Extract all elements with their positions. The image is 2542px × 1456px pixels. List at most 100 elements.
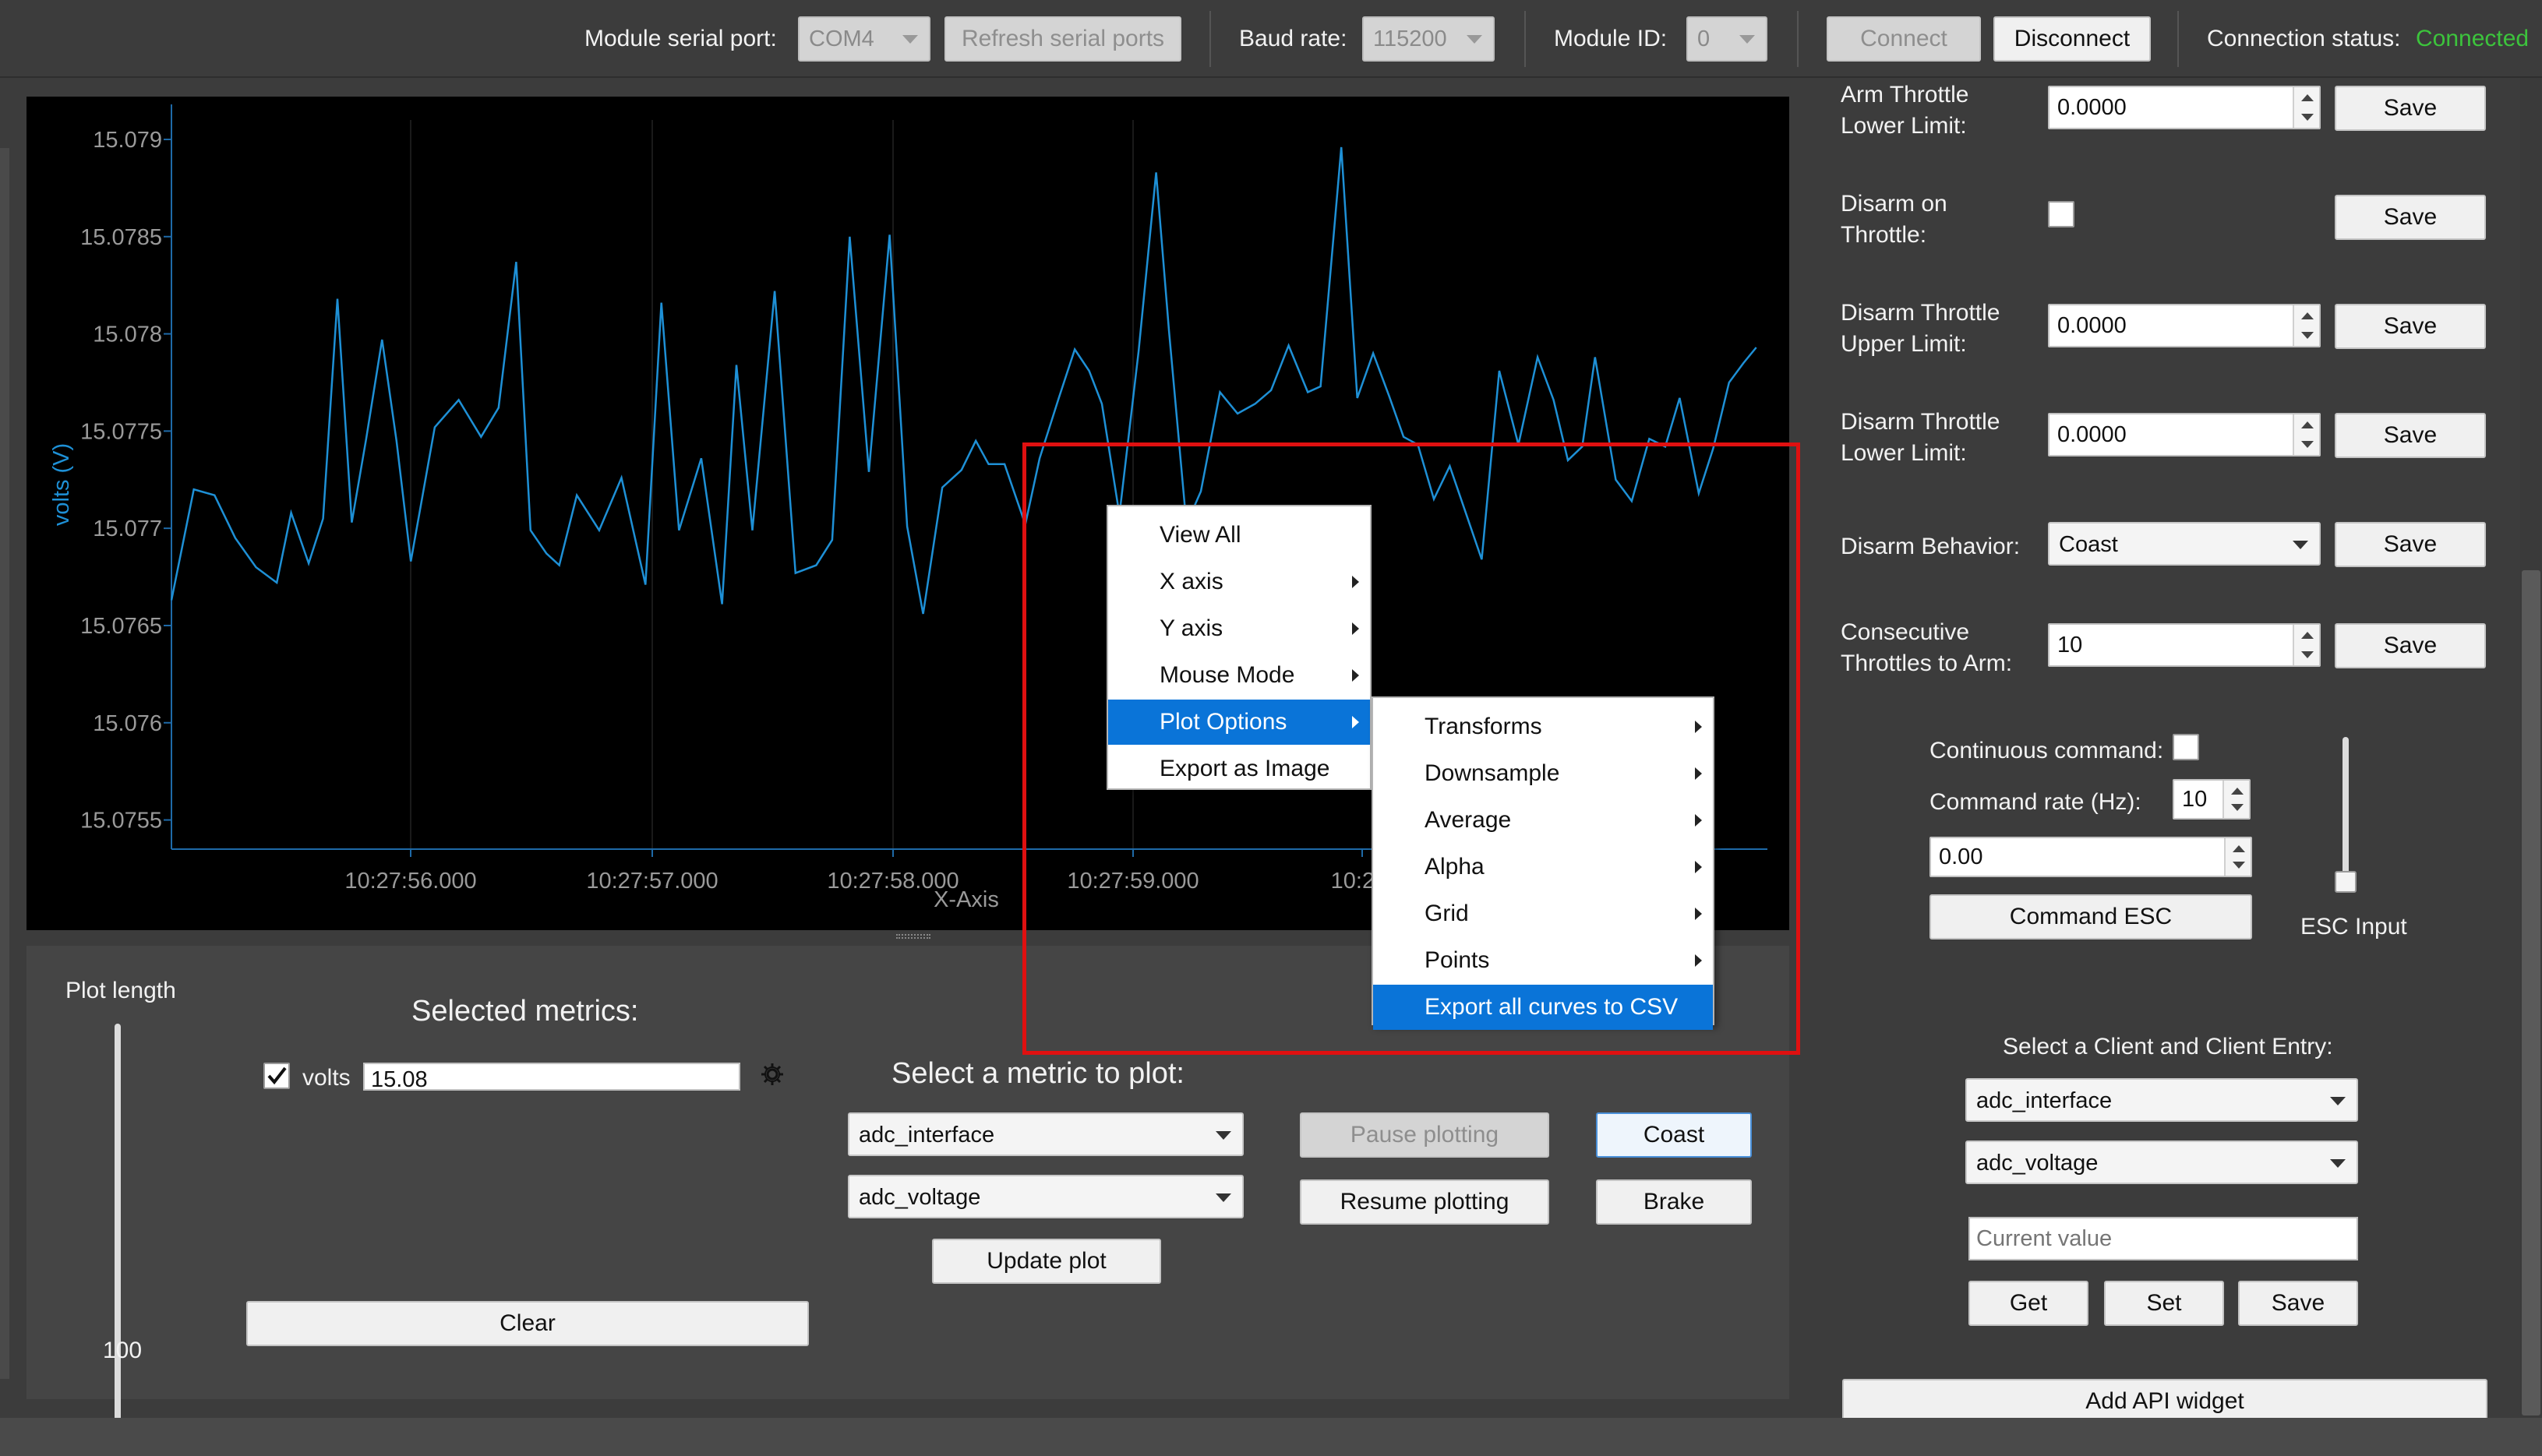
update-plot-button[interactable]: Update plot [932, 1239, 1161, 1284]
chevron-down-icon [2330, 1097, 2346, 1105]
context-menu-item-mouse-mode[interactable]: Mouse Mode [1108, 653, 1370, 698]
metric-entry-combo[interactable]: adc_voltage [848, 1175, 1244, 1218]
command-rate-spinbox[interactable]: 10 [2173, 779, 2251, 820]
disarm-lower-spinbox[interactable]: 0.0000 [2048, 413, 2321, 457]
y-tick-label: 15.079 [93, 128, 162, 153]
save-disarm-on-throttle-button[interactable]: Save [2335, 195, 2486, 240]
chevron-down-icon [1216, 1131, 1231, 1140]
consecutive-throttles-spinbox[interactable]: 10 [2048, 623, 2321, 667]
arrow-up-icon[interactable] [2301, 312, 2314, 319]
chevron-right-icon [1695, 767, 1702, 780]
brake-button[interactable]: Brake [1596, 1179, 1752, 1225]
arrow-down-icon[interactable] [2301, 441, 2314, 448]
disconnect-button[interactable]: Disconnect [1993, 16, 2151, 62]
splitter-handle[interactable] [896, 934, 930, 939]
arrow-down-icon[interactable] [2301, 332, 2314, 339]
x-tick-label: 10:27:56.000 [344, 869, 476, 894]
plot-options-item-downsample[interactable]: Downsample [1373, 751, 1713, 796]
arrow-up-icon[interactable] [2233, 845, 2245, 852]
module-id-combo[interactable]: 0 [1686, 16, 1767, 62]
client-combo-value: adc_interface [1976, 1088, 2113, 1113]
client-entry-combo[interactable]: adc_voltage [1965, 1140, 2358, 1184]
arrow-down-icon[interactable] [2301, 114, 2314, 121]
command-value-spinbox[interactable]: 0.00 [1929, 837, 2252, 877]
esc-input-slider[interactable] [2343, 737, 2349, 885]
settings-scrollbar-thumb[interactable] [2522, 570, 2540, 1415]
esc-input-label: ESC Input [2300, 914, 2407, 940]
arrow-up-icon[interactable] [2301, 94, 2314, 101]
command-esc-button[interactable]: Command ESC [1929, 894, 2252, 940]
plot-options-item-points[interactable]: Points [1373, 938, 1713, 983]
arrow-down-icon[interactable] [2231, 804, 2244, 811]
clear-button[interactable]: Clear [246, 1301, 809, 1346]
menu-item-label: View All [1160, 522, 1241, 548]
gear-icon[interactable] [759, 1061, 786, 1088]
metric-client-value: adc_interface [859, 1123, 995, 1148]
context-menu-item-export-as-image[interactable]: Export as Image [1108, 746, 1370, 791]
arm-lower-spinbox[interactable]: 0.0000 [2048, 86, 2321, 129]
chevron-right-icon [1352, 576, 1359, 588]
plot-length-slider[interactable] [115, 1024, 121, 1456]
arrow-down-icon[interactable] [2301, 651, 2314, 658]
continuous-command-checkbox[interactable] [2173, 734, 2199, 760]
plot-options-item-alpha[interactable]: Alpha [1373, 844, 1713, 890]
baud-rate-combo[interactable]: 115200 [1362, 16, 1495, 62]
chevron-down-icon [2330, 1159, 2346, 1168]
set-button[interactable]: Set [2104, 1281, 2224, 1326]
arrow-up-icon[interactable] [2301, 632, 2314, 639]
context-menu-item-plot-options[interactable]: Plot Options [1108, 700, 1370, 745]
metric-client-combo[interactable]: adc_interface [848, 1112, 1244, 1156]
disarm-upper-spinbox[interactable]: 0.0000 [2048, 304, 2321, 347]
y-tick-label: 15.0765 [80, 614, 162, 639]
save-disarm-lower-button[interactable]: Save [2335, 413, 2486, 458]
connection-status-label: Connection status: [2207, 26, 2401, 51]
arrow-up-icon[interactable] [2231, 788, 2244, 795]
disarm-behavior-combo[interactable]: Coast [2048, 522, 2321, 566]
client-combo[interactable]: adc_interface [1965, 1078, 2358, 1122]
plot-options-item-transforms[interactable]: Transforms [1373, 704, 1713, 749]
toolbar-divider [2177, 11, 2179, 67]
resume-plotting-button[interactable]: Resume plotting [1300, 1179, 1549, 1225]
save-disarm-upper-button[interactable]: Save [2335, 304, 2486, 349]
select-metric-title: Select a metric to plot: [891, 1057, 1185, 1090]
arm-lower-value: 0.0000 [2057, 95, 2127, 120]
current-value-input[interactable] [1968, 1217, 2358, 1260]
chevron-right-icon [1352, 716, 1359, 728]
context-menu-item-y-axis[interactable]: Y axis [1108, 606, 1370, 651]
coast-button[interactable]: Coast [1596, 1112, 1752, 1158]
metric-visible-checkbox[interactable] [263, 1063, 290, 1089]
esc-input-slider-handle[interactable] [2335, 871, 2357, 893]
row-label-disarm-on-throttle: Disarm on Throttle: [1841, 191, 1947, 248]
menu-item-label: Alpha [1425, 854, 1485, 880]
chevron-right-icon [1695, 908, 1702, 920]
disarm-on-throttle-checkbox[interactable] [2048, 201, 2074, 227]
chevron-right-icon [1695, 954, 1702, 967]
context-menu-item-view-all[interactable]: View All [1108, 513, 1370, 558]
refresh-serial-ports-button[interactable]: Refresh serial ports [944, 16, 1181, 62]
get-button[interactable]: Get [1968, 1281, 2088, 1326]
plot-options-item-export-all-curves-to-csv[interactable]: Export all curves to CSV [1373, 985, 1713, 1030]
connect-button[interactable]: Connect [1827, 16, 1981, 62]
command-rate-label: Command rate (Hz): [1929, 789, 2141, 815]
save-arm-lower-button[interactable]: Save [2335, 86, 2486, 131]
pause-plotting-button[interactable]: Pause plotting [1300, 1112, 1549, 1158]
arrow-down-icon[interactable] [2233, 862, 2245, 869]
save-consecutive-throttles-button[interactable]: Save [2335, 623, 2486, 668]
arrow-up-icon[interactable] [2301, 421, 2314, 428]
plot-length-label: Plot length [65, 978, 176, 1003]
serial-port-combo[interactable]: COM4 [798, 16, 930, 62]
serial-port-label: Module serial port: [584, 26, 777, 51]
save-entry-button[interactable]: Save [2238, 1281, 2358, 1326]
chevron-right-icon [1352, 622, 1359, 635]
plot-options-item-average[interactable]: Average [1373, 798, 1713, 843]
save-disarm-behavior-button[interactable]: Save [2335, 522, 2486, 567]
plot-options-item-grid[interactable]: Grid [1373, 891, 1713, 936]
row-label-arm-lower: Arm Throttle Lower Limit: [1841, 82, 1969, 139]
disarm-upper-value: 0.0000 [2057, 313, 2127, 338]
disarm-lower-value: 0.0000 [2057, 422, 2127, 447]
menu-item-label: X axis [1160, 569, 1223, 594]
app-window: Module serial port: COM4 Refresh serial … [0, 0, 2542, 1456]
menu-item-label: Points [1425, 947, 1490, 973]
chevron-right-icon [1695, 861, 1702, 873]
context-menu-item-x-axis[interactable]: X axis [1108, 559, 1370, 605]
